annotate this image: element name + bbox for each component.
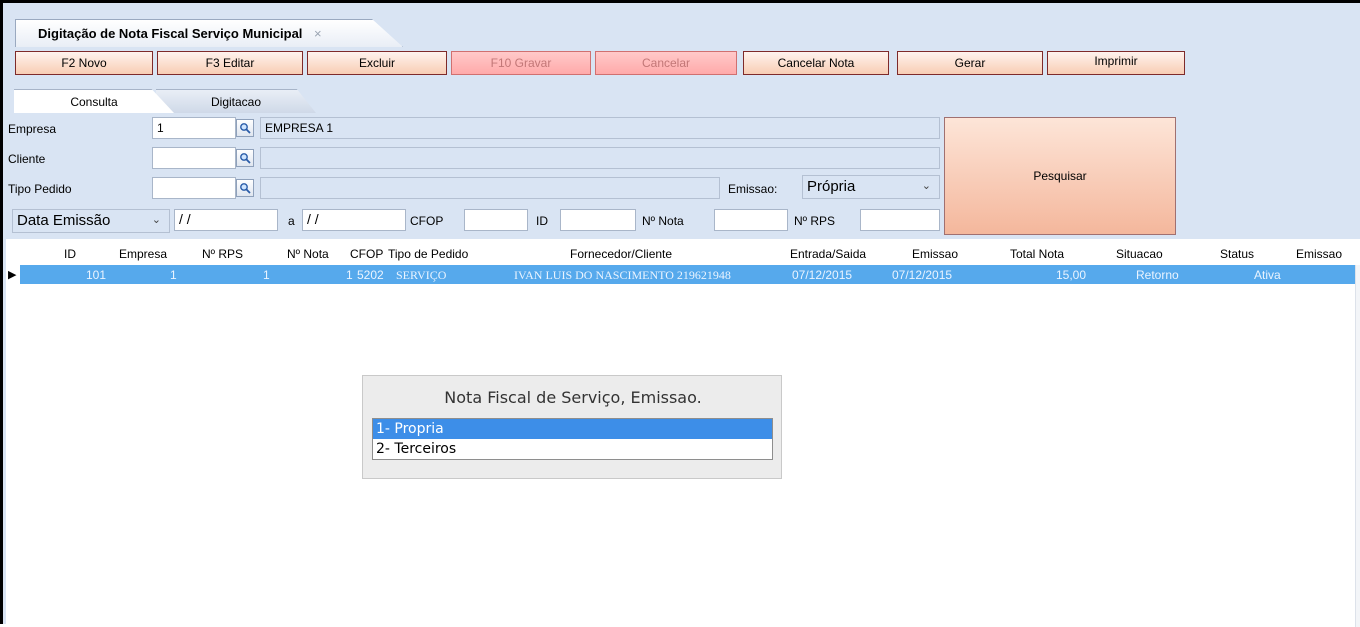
empresa-name-field: EMPRESA 1	[260, 117, 940, 139]
emissao-value: Própria	[807, 178, 856, 195]
save-button[interactable]: F10 Gravar	[451, 51, 591, 75]
col-total-nota[interactable]: Total Nota	[1010, 247, 1064, 261]
delete-button[interactable]: Excluir	[307, 51, 447, 75]
tab-digitacao[interactable]: Digitacao	[156, 89, 316, 113]
chevron-down-icon: ⌄	[921, 180, 931, 192]
cell-nota: 1	[346, 268, 353, 282]
empresa-lookup-icon[interactable]	[236, 119, 254, 137]
grid-edge	[1355, 265, 1360, 627]
popup-options-list: 1- Propria 2- Terceiros	[372, 418, 773, 460]
cfop-field[interactable]	[464, 209, 528, 231]
cell-id: 101	[86, 268, 107, 282]
tipo-pedido-lookup-icon[interactable]	[236, 179, 254, 197]
tipo-pedido-name-field	[260, 177, 720, 199]
col-entrada-saida[interactable]: Entrada/Saida	[790, 247, 866, 261]
option-propria[interactable]: 1- Propria	[373, 419, 772, 439]
cell-total-nota: 15,00	[1056, 268, 1087, 282]
rps-label: Nº RPS	[794, 214, 836, 228]
cancel-button[interactable]: Cancelar	[595, 51, 737, 75]
nota-label: Nº Nota	[642, 214, 684, 228]
date-type-select[interactable]: Data Emissão ⌄	[12, 209, 170, 233]
col-emissao[interactable]: Emissao	[912, 247, 958, 261]
generate-button[interactable]: Gerar	[897, 51, 1043, 75]
date-to-field[interactable]: / /	[302, 209, 406, 231]
tipo-pedido-code-field[interactable]	[152, 177, 236, 199]
col-fornecedor[interactable]: Fornecedor/Cliente	[570, 247, 672, 261]
window-tab[interactable]: Digitação de Nota Fiscal Serviço Municip…	[15, 19, 403, 47]
new-button[interactable]: F2 Novo	[15, 51, 153, 75]
id-label: ID	[536, 214, 548, 228]
id-field[interactable]	[560, 209, 636, 231]
cell-emissao: 07/12/2015	[892, 268, 953, 282]
cell-situacao: Retorno	[1136, 268, 1179, 282]
col-empresa[interactable]: Empresa	[119, 247, 167, 261]
empresa-label: Empresa	[8, 122, 57, 136]
col-nota[interactable]: Nº Nota	[287, 247, 329, 261]
emissao-popup: Nota Fiscal de Serviço, Emissao. 1- Prop…	[362, 375, 782, 479]
app-window: Digitação de Nota Fiscal Serviço Municip…	[0, 0, 1360, 627]
cliente-code-field[interactable]	[152, 147, 236, 169]
cell-status: Ativa	[1254, 268, 1281, 282]
cell-fornecedor: IVAN LUIS DO NASCIMENTO 219621948	[514, 268, 731, 282]
cell-tipo-pedido: SERVIÇO	[396, 268, 447, 282]
edit-button[interactable]: F3 Editar	[157, 51, 303, 75]
cell-entrada-saida: 07/12/2015	[792, 268, 853, 282]
col-cfop[interactable]: CFOP	[350, 247, 383, 261]
cliente-label: Cliente	[8, 152, 46, 166]
tab-consulta[interactable]: Consulta	[14, 89, 174, 113]
grid-header: ID Empresa Nº RPS Nº Nota CFOP Tipo de P…	[6, 239, 1360, 265]
filter-panel: Empresa 1 EMPRESA 1 Cliente Tipo Pedido …	[6, 113, 1360, 239]
cell-rps: 1	[263, 268, 270, 282]
col-rps[interactable]: Nº RPS	[202, 247, 243, 261]
col-id[interactable]: ID	[64, 247, 76, 261]
col-situacao[interactable]: Situacao	[1116, 247, 1163, 261]
cell-cfop: 5202	[357, 268, 384, 282]
table-row[interactable]: 101 1 1 1 5202 SERVIÇO IVAN LUIS DO NASC…	[20, 265, 1360, 284]
col-status[interactable]: Status	[1220, 247, 1254, 261]
nota-field[interactable]	[714, 209, 788, 231]
close-icon[interactable]: ×	[314, 26, 322, 41]
print-button[interactable]: Imprimir	[1047, 51, 1185, 75]
emissao-select[interactable]: Própria ⌄	[802, 175, 940, 199]
row-indicator-icon: ▶	[8, 269, 17, 281]
col-emissao-2[interactable]: Emissao	[1296, 247, 1342, 261]
cfop-label: CFOP	[410, 214, 444, 228]
col-tipo-pedido[interactable]: Tipo de Pedido	[388, 247, 468, 261]
page-tabs: Digitacao Consulta	[6, 89, 1360, 113]
rps-field[interactable]	[860, 209, 940, 231]
date-from-field[interactable]: / /	[174, 209, 278, 231]
date-type-value: Data Emissão	[17, 212, 111, 229]
a-label: a	[288, 214, 295, 228]
cliente-lookup-icon[interactable]	[236, 149, 254, 167]
empresa-code-field[interactable]: 1	[152, 117, 236, 139]
chevron-down-icon: ⌄	[151, 214, 161, 226]
window-title: Digitação de Nota Fiscal Serviço Municip…	[38, 26, 303, 41]
tipo-pedido-label: Tipo Pedido	[8, 182, 72, 196]
popup-title: Nota Fiscal de Serviço, Emissao.	[444, 388, 702, 407]
cancel-note-button[interactable]: Cancelar Nota	[743, 51, 889, 75]
option-terceiros[interactable]: 2- Terceiros	[373, 439, 772, 459]
search-button[interactable]: Pesquisar	[944, 117, 1176, 235]
cell-empresa: 1	[170, 268, 177, 282]
cliente-name-field	[260, 147, 940, 169]
emissao-label: Emissao:	[728, 182, 778, 196]
